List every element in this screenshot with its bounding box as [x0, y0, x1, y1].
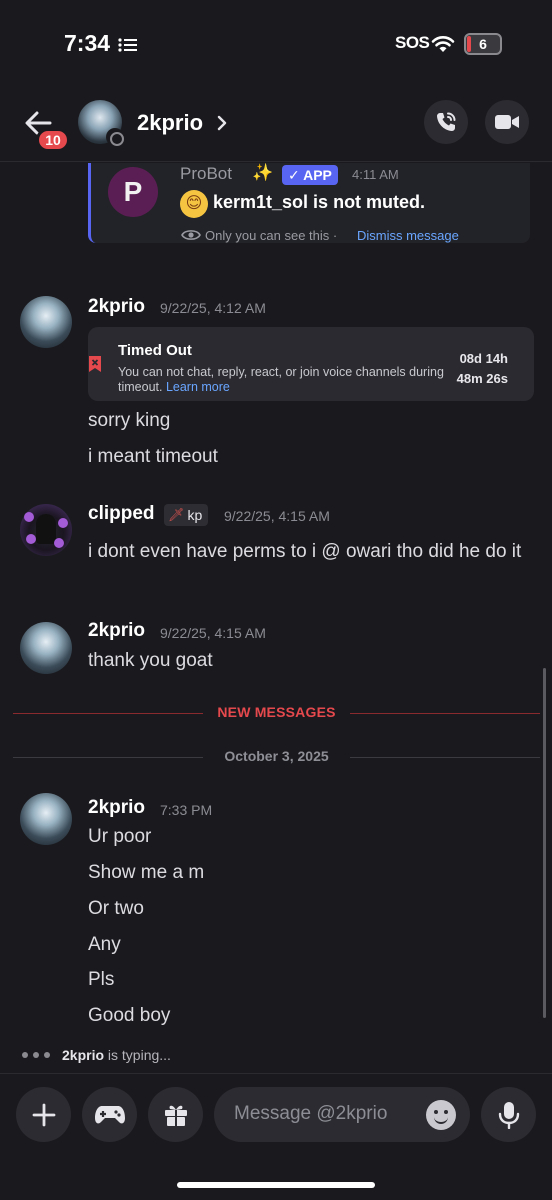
avatar[interactable] — [20, 296, 72, 348]
timeout-remaining-days: 08d 14h — [459, 351, 508, 366]
message-text: Good boy — [88, 1005, 171, 1026]
timestamp: 9/22/25, 4:15 AM — [224, 508, 330, 524]
author-name[interactable]: clipped — [88, 503, 155, 525]
sword-icon: 🗡 — [168, 507, 185, 522]
avatar[interactable] — [20, 793, 72, 845]
sos-indicator: SOS — [395, 33, 430, 52]
battery-level: 6 — [479, 36, 487, 52]
role-label: kp — [187, 507, 203, 523]
new-messages-label: NEW MESSAGES — [217, 704, 336, 720]
wifi-icon — [431, 36, 455, 52]
message-text: Ur poor — [88, 826, 152, 847]
page-title[interactable]: 2kprio — [137, 110, 203, 136]
timeout-icon — [89, 356, 101, 372]
eye-icon — [181, 230, 201, 240]
app-badge: ✓ APP — [282, 165, 338, 185]
home-indicator[interactable] — [177, 1182, 375, 1188]
timestamp: 4:11 AM — [352, 167, 399, 182]
typing-user: 2kprio — [62, 1047, 105, 1063]
timestamp: 9/22/25, 4:15 AM — [160, 625, 266, 641]
author-name[interactable]: 2kprio — [88, 797, 145, 819]
author-name[interactable]: 2kprio — [88, 620, 145, 642]
status-offline-icon — [106, 128, 124, 146]
timeout-remaining: 08d 14h 48m 26s — [438, 349, 508, 389]
typing-dots-icon — [20, 1051, 52, 1059]
timeout-title: Timed Out — [118, 342, 192, 359]
message-input[interactable]: Message @2kprio — [214, 1087, 470, 1142]
plus-icon — [32, 1103, 55, 1126]
timeout-description: You can not chat, reply, react, or join … — [118, 365, 448, 395]
video-call-button[interactable] — [485, 100, 529, 144]
scrollbar[interactable] — [543, 668, 546, 1018]
emoji-icon[interactable] — [426, 1100, 456, 1130]
message-text: Show me a m — [88, 862, 205, 883]
ephemeral-note: Only you can see this · — [205, 228, 338, 243]
message-text: Any — [88, 934, 121, 955]
date-divider: October 3, 2025 — [13, 747, 540, 767]
message-text: thank you goat — [88, 650, 213, 671]
date-label: October 3, 2025 — [224, 748, 329, 764]
gamepad-icon — [94, 1105, 125, 1123]
video-camera-icon — [495, 115, 519, 129]
dismiss-message-link[interactable]: Dismiss message — [357, 228, 459, 243]
smile-emoji-icon: 😊 — [180, 190, 208, 218]
gift-icon — [164, 1105, 187, 1126]
typing-suffix: is typing... — [104, 1047, 171, 1063]
timestamp: 9/22/25, 4:12 AM — [160, 300, 266, 316]
avatar[interactable] — [20, 504, 72, 556]
status-bar: 7:34 SOS 6 — [0, 0, 552, 90]
author-name[interactable]: 2kprio — [88, 296, 145, 318]
typing-text: 2kprio is typing... — [62, 1047, 171, 1063]
author-name[interactable]: ProBot — [180, 164, 232, 184]
microphone-icon — [498, 1101, 519, 1129]
timeout-card: Timed Out You can not chat, reply, react… — [88, 327, 534, 401]
message-text: i meant timeout — [88, 446, 218, 467]
timestamp: 7:33 PM — [160, 802, 213, 818]
probot-avatar[interactable]: P — [108, 167, 158, 217]
message-input-placeholder: Message @2kprio — [234, 1103, 388, 1124]
learn-more-link[interactable]: Learn more — [166, 380, 230, 394]
message-text: sorry king — [88, 410, 171, 431]
timeout-remaining-minutes: 48m 26s — [456, 371, 508, 386]
avatar[interactable] — [20, 622, 72, 674]
role-badge[interactable]: 🗡 kp — [164, 504, 209, 526]
message-text: kerm1t_sol is not muted. — [213, 192, 426, 212]
unread-badge: 10 — [36, 128, 70, 152]
battery-indicator: 6 — [464, 33, 502, 55]
channel-header: 10 2kprio — [0, 90, 552, 162]
new-messages-divider: NEW MESSAGES — [13, 703, 540, 723]
focus-list-icon — [118, 38, 137, 52]
voice-message-button[interactable] — [481, 1087, 536, 1142]
message-list[interactable]: P ProBot ✨ ✓ APP 4:11 AM 😊 kerm1t_sol is… — [0, 163, 552, 1073]
message-text: i dont even have perms to i @ owari tho … — [88, 541, 522, 562]
composer-bar: Message @2kprio — [0, 1073, 552, 1163]
status-time: 7:34 — [64, 30, 111, 56]
sparkle-icon: ✨ — [252, 163, 274, 182]
voice-call-button[interactable] — [424, 100, 468, 144]
gift-button[interactable] — [148, 1087, 203, 1142]
chevron-right-icon[interactable] — [216, 114, 228, 132]
typing-indicator: 2kprio is typing... — [20, 1045, 171, 1065]
phone-call-icon — [437, 112, 456, 131]
add-attachment-button[interactable] — [16, 1087, 71, 1142]
message-text: Or two — [88, 898, 144, 919]
activities-button[interactable] — [82, 1087, 137, 1142]
message-text: Pls — [88, 969, 115, 990]
